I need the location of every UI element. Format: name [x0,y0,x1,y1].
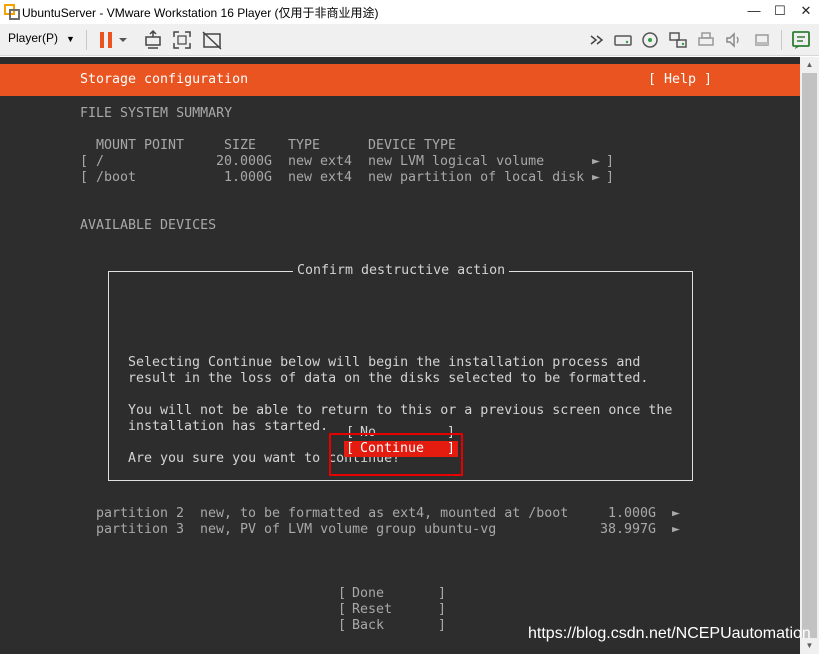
send-keys-icon[interactable] [141,28,165,52]
fs-summary-heading: FILE SYSTEM SUMMARY [80,106,233,121]
watermark: https://blog.csdn.net/NCEPUautomation [528,625,811,642]
vm-console[interactable]: Storage configuration [ Help ] FILE SYST… [0,57,800,654]
partition-desc: new, PV of LVM volume group ubuntu-vg [200,522,497,537]
annotation-highlight-box [329,433,463,476]
partition-desc: new, to be formatted as ext4, mounted at… [200,506,569,521]
row-size: 1.000G [224,170,273,185]
button-bracket-open: [ [338,586,347,601]
arrow-right-icon[interactable]: ► [592,154,600,170]
row-size: 20.000G [216,154,273,169]
dialog-text: result in the loss of data on the disks … [128,371,649,386]
hdd-icon[interactable] [611,28,635,52]
scroll-up-icon[interactable]: ▲ [800,57,819,73]
header-title: Storage configuration [80,72,249,87]
button-bracket-open: [ [338,602,347,617]
row-mount-point: / [96,154,105,169]
partition-name: partition 2 [96,506,185,521]
network-icon[interactable] [666,28,690,52]
installer-header: Storage configuration [ Help ] [0,64,800,96]
arrow-right-icon[interactable]: ► [672,506,680,522]
row-bracket-close: ] [606,154,615,169]
partition-name: partition 3 [96,522,185,537]
toolbar-divider [86,30,87,50]
usb-icon[interactable] [750,28,774,52]
message-icon[interactable] [789,28,813,52]
window-title: UbuntuServer - VMware Workstation 16 Pla… [22,6,379,20]
row-mount-point: /boot [96,170,137,185]
chevron-down-icon[interactable] [116,28,130,52]
help-button[interactable]: [ Help ] [648,72,712,88]
maximize-button[interactable]: ☐ [770,2,790,20]
sound-icon[interactable] [722,28,746,52]
row-device-type: new LVM logical volume [368,154,545,169]
dialog-text: You will not be able to return to this o… [128,403,673,418]
dialog-title: Confirm destructive action [293,263,510,279]
column-type: TYPE [288,138,321,153]
reset-button-label: Reset [352,602,393,617]
vmware-icon [4,4,20,20]
arrow-right-icon[interactable]: ► [672,522,680,538]
forward-icon[interactable] [586,28,610,52]
done-button-label: Done [352,586,385,601]
button-bracket-close: ] [438,586,447,601]
dialog-text: installation has started. [128,419,329,434]
button-bracket-open: [ [338,618,347,633]
button-bracket-close: ] [438,618,447,633]
player-menu-label: Player(P) [8,31,59,45]
row-type: new ext4 [288,170,353,185]
row-bracket-open: [ [80,170,89,185]
close-button[interactable]: ✕ [796,2,816,20]
row-device-type: new partition of local disk [368,170,585,185]
player-menu[interactable]: Player(P) ▼ [8,31,75,45]
minimize-button[interactable]: — [744,2,764,20]
printer-icon[interactable] [694,28,718,52]
pause-icon[interactable] [94,28,118,52]
scroll-thumb[interactable] [802,73,817,638]
fullscreen-icon[interactable] [170,28,194,52]
row-bracket-open: [ [80,154,89,169]
toolbar-divider [781,30,782,50]
button-bracket-close: ] [438,602,447,617]
available-devices-heading: AVAILABLE DEVICES [80,218,217,233]
column-device-type: DEVICE TYPE [368,138,457,153]
player-toolbar: Player(P) ▼ [0,24,819,56]
cdrom-icon[interactable] [638,28,662,52]
partition-size: 1.000G [608,506,657,521]
vertical-scrollbar[interactable]: ▲ ▼ [800,57,819,654]
back-button-label: Back [352,618,385,633]
unity-icon[interactable] [200,28,224,52]
dialog-text: Selecting Continue below will begin the … [128,355,641,370]
chevron-down-icon: ▼ [66,34,75,44]
row-bracket-close: ] [606,170,615,185]
partition-size: 38.997G [600,522,657,537]
column-mount-point: MOUNT POINT [96,138,185,153]
column-size: SIZE [224,138,257,153]
arrow-right-icon[interactable]: ► [592,170,600,186]
window-title-bar: UbuntuServer - VMware Workstation 16 Pla… [0,0,819,24]
row-type: new ext4 [288,154,353,169]
